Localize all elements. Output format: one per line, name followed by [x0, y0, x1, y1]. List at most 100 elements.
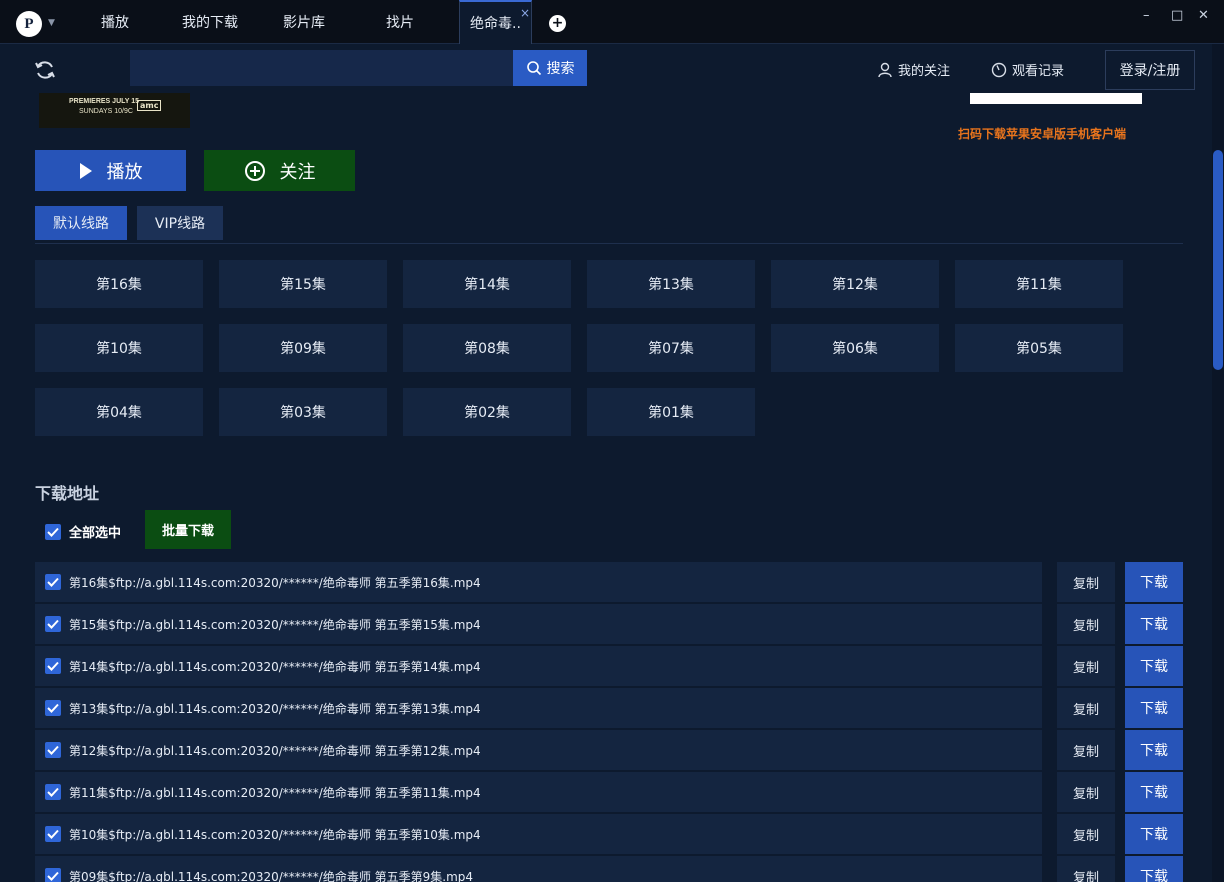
- download-list: 第16集$ftp://a.gbl.114s.com:20320/******/绝…: [35, 562, 1183, 882]
- play-button[interactable]: 播放: [35, 150, 186, 191]
- copy-button[interactable]: 复制: [1057, 730, 1115, 770]
- logo-menu-caret-icon[interactable]: ▼: [48, 18, 55, 28]
- download-button[interactable]: 下载: [1125, 688, 1183, 728]
- route-vip-tab[interactable]: VIP线路: [137, 206, 223, 240]
- check-icon[interactable]: [45, 868, 61, 882]
- watch-history-link[interactable]: 观看记录: [991, 60, 1064, 79]
- check-icon[interactable]: [45, 574, 61, 590]
- download-item[interactable]: 第16集$ftp://a.gbl.114s.com:20320/******/绝…: [35, 562, 1042, 602]
- download-section-title: 下载地址: [35, 484, 100, 503]
- download-row: 第12集$ftp://a.gbl.114s.com:20320/******/绝…: [35, 730, 1183, 772]
- download-link-text: 第15集$ftp://a.gbl.114s.com:20320/******/绝…: [69, 617, 481, 632]
- close-window-icon[interactable]: ✕: [1198, 8, 1209, 23]
- login-register-button[interactable]: 登录/注册: [1105, 50, 1195, 90]
- download-row: 第09集$ftp://a.gbl.114s.com:20320/******/绝…: [35, 856, 1183, 882]
- download-button[interactable]: 下载: [1125, 730, 1183, 770]
- episode-button[interactable]: 第13集: [587, 260, 755, 308]
- tab-library[interactable]: 影片库: [270, 0, 338, 44]
- title-bar: P ▼ 播放 我的下载 影片库 找片 绝命毒.. × + – □ ✕: [0, 0, 1224, 44]
- episode-button[interactable]: 第08集: [403, 324, 571, 372]
- download-link-text: 第12集$ftp://a.gbl.114s.com:20320/******/绝…: [69, 743, 481, 758]
- download-button[interactable]: 下载: [1125, 772, 1183, 812]
- my-follows-link[interactable]: 我的关注: [877, 60, 950, 79]
- episode-button[interactable]: 第03集: [219, 388, 387, 436]
- watch-history-label: 观看记录: [1012, 64, 1065, 79]
- download-row: 第10集$ftp://a.gbl.114s.com:20320/******/绝…: [35, 814, 1183, 856]
- copy-button[interactable]: 复制: [1057, 646, 1115, 686]
- copy-button[interactable]: 复制: [1057, 604, 1115, 644]
- download-button[interactable]: 下载: [1125, 814, 1183, 854]
- play-button-label: 播放: [106, 161, 143, 183]
- episode-button[interactable]: 第10集: [35, 324, 203, 372]
- search-input[interactable]: [130, 50, 513, 86]
- route-default-tab[interactable]: 默认线路: [35, 206, 127, 240]
- maximize-icon[interactable]: □: [1171, 8, 1183, 23]
- search-button-label: 搜索: [546, 61, 575, 77]
- plus-circle-icon: [244, 160, 265, 181]
- tab-my-downloads[interactable]: 我的下载: [170, 0, 250, 44]
- episode-button[interactable]: 第15集: [219, 260, 387, 308]
- copy-button[interactable]: 复制: [1057, 688, 1115, 728]
- check-icon: [45, 523, 61, 540]
- download-item[interactable]: 第11集$ftp://a.gbl.114s.com:20320/******/绝…: [35, 772, 1042, 812]
- download-row: 第13集$ftp://a.gbl.114s.com:20320/******/绝…: [35, 688, 1183, 730]
- episode-button[interactable]: 第01集: [587, 388, 755, 436]
- download-item[interactable]: 第13集$ftp://a.gbl.114s.com:20320/******/绝…: [35, 688, 1042, 728]
- check-icon[interactable]: [45, 616, 61, 632]
- tab-find[interactable]: 找片: [372, 0, 428, 44]
- download-button[interactable]: 下载: [1125, 856, 1183, 882]
- scrollbar-thumb[interactable]: [1213, 150, 1223, 370]
- tab-close-icon[interactable]: ×: [520, 6, 530, 20]
- search-button[interactable]: 搜索: [513, 50, 587, 86]
- episode-button[interactable]: 第07集: [587, 324, 755, 372]
- copy-button[interactable]: 复制: [1057, 856, 1115, 882]
- download-item[interactable]: 第14集$ftp://a.gbl.114s.com:20320/******/绝…: [35, 646, 1042, 686]
- poster-premiere-text: PREMIERES JULY 15: [69, 98, 140, 105]
- select-all-checkbox[interactable]: 全部选中: [45, 522, 121, 541]
- download-link-text: 第11集$ftp://a.gbl.114s.com:20320/******/绝…: [69, 785, 481, 800]
- download-row: 第14集$ftp://a.gbl.114s.com:20320/******/绝…: [35, 646, 1183, 688]
- download-item[interactable]: 第10集$ftp://a.gbl.114s.com:20320/******/绝…: [35, 814, 1042, 854]
- episode-button[interactable]: 第06集: [771, 324, 939, 372]
- refresh-icon[interactable]: [33, 58, 57, 82]
- download-button[interactable]: 下载: [1125, 646, 1183, 686]
- minimize-icon[interactable]: –: [1143, 8, 1150, 23]
- download-item[interactable]: 第15集$ftp://a.gbl.114s.com:20320/******/绝…: [35, 604, 1042, 644]
- my-follows-label: 我的关注: [898, 64, 951, 79]
- episode-button[interactable]: 第05集: [955, 324, 1123, 372]
- download-item[interactable]: 第12集$ftp://a.gbl.114s.com:20320/******/绝…: [35, 730, 1042, 770]
- download-link-text: 第09集$ftp://a.gbl.114s.com:20320/******/绝…: [69, 869, 474, 882]
- episode-button[interactable]: 第04集: [35, 388, 203, 436]
- app-logo-icon[interactable]: P: [16, 11, 42, 37]
- check-icon[interactable]: [45, 700, 61, 716]
- qr-code: [970, 93, 1142, 104]
- search-icon: [526, 61, 541, 76]
- copy-button[interactable]: 复制: [1057, 772, 1115, 812]
- play-icon: [79, 162, 92, 179]
- copy-button[interactable]: 复制: [1057, 562, 1115, 602]
- episode-button[interactable]: 第09集: [219, 324, 387, 372]
- episode-button[interactable]: 第11集: [955, 260, 1123, 308]
- add-tab-icon[interactable]: +: [549, 15, 566, 32]
- select-all-label: 全部选中: [69, 526, 122, 541]
- episode-button[interactable]: 第02集: [403, 388, 571, 436]
- episode-button[interactable]: 第16集: [35, 260, 203, 308]
- download-button[interactable]: 下载: [1125, 604, 1183, 644]
- batch-download-button[interactable]: 批量下载: [145, 510, 231, 549]
- qr-caption: 扫码下载苹果安卓版手机客户端: [958, 127, 1127, 141]
- episode-button[interactable]: 第12集: [771, 260, 939, 308]
- check-icon[interactable]: [45, 784, 61, 800]
- check-icon[interactable]: [45, 658, 61, 674]
- episode-button[interactable]: 第14集: [403, 260, 571, 308]
- download-row: 第11集$ftp://a.gbl.114s.com:20320/******/绝…: [35, 772, 1183, 814]
- tab-play[interactable]: 播放: [85, 0, 145, 44]
- download-button[interactable]: 下载: [1125, 562, 1183, 602]
- amc-logo: amc: [137, 100, 162, 111]
- download-link-text: 第13集$ftp://a.gbl.114s.com:20320/******/绝…: [69, 701, 481, 716]
- check-icon[interactable]: [45, 742, 61, 758]
- copy-button[interactable]: 复制: [1057, 814, 1115, 854]
- follow-button[interactable]: 关注: [204, 150, 355, 191]
- check-icon[interactable]: [45, 826, 61, 842]
- download-item[interactable]: 第09集$ftp://a.gbl.114s.com:20320/******/绝…: [35, 856, 1042, 882]
- download-link-text: 第16集$ftp://a.gbl.114s.com:20320/******/绝…: [69, 575, 481, 590]
